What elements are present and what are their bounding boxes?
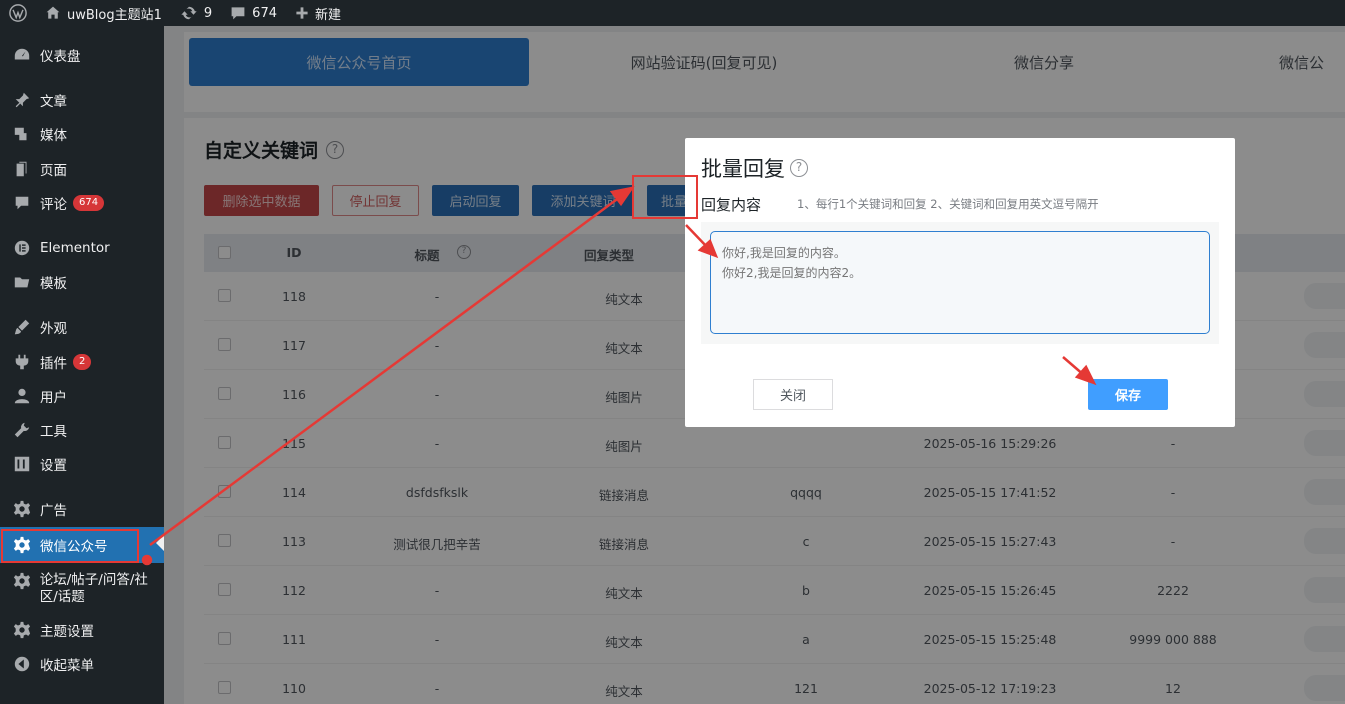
menu-comments[interactable]: 评论 674 xyxy=(0,188,164,218)
menu-label: 仪表盘 xyxy=(40,49,81,65)
elementor-icon xyxy=(12,238,32,258)
menu-templates[interactable]: 模板 xyxy=(0,267,164,297)
folder-icon xyxy=(12,272,32,292)
save-button[interactable]: 保存 xyxy=(1088,379,1168,410)
menu-settings[interactable]: 设置 xyxy=(0,449,164,479)
modal-title: 批量回复 ? xyxy=(701,153,808,183)
user-icon xyxy=(12,386,32,406)
menu-label: 文章 xyxy=(40,94,67,110)
menu-label: 媒体 xyxy=(40,128,67,144)
reply-content-textarea[interactable] xyxy=(710,231,1210,334)
comment-bubble-icon xyxy=(231,7,245,20)
annotation-box-menu xyxy=(1,529,139,563)
admin-bar: uwBlog主题站1 9 674 新建 xyxy=(0,0,1345,26)
modal-help-icon[interactable]: ? xyxy=(790,159,808,177)
site-name: uwBlog主题站1 xyxy=(67,7,162,23)
menu-label: 用户 xyxy=(40,390,67,406)
active-indicator xyxy=(156,535,164,551)
plugins-badge: 2 xyxy=(73,354,92,370)
menu-label: 广告 xyxy=(40,503,67,519)
menu-collapse[interactable]: 收起菜单 xyxy=(0,649,164,679)
menu-label: Elementor xyxy=(40,240,110,256)
media-icon xyxy=(12,124,32,144)
menu-forum[interactable]: 论坛/帖子/问答/社区/话题 xyxy=(0,568,164,612)
menu-label: 评论 xyxy=(40,197,67,213)
dashboard-icon xyxy=(12,45,32,65)
menu-users[interactable]: 用户 xyxy=(0,381,164,411)
menu-appearance[interactable]: 外观 xyxy=(0,312,164,342)
menu-media[interactable]: 媒体 xyxy=(0,119,164,149)
home-icon xyxy=(46,6,60,19)
menu-theme-settings[interactable]: 主题设置 xyxy=(0,615,164,645)
close-button[interactable]: 关闭 xyxy=(753,379,833,410)
page-icon xyxy=(12,159,32,179)
updates-link[interactable]: 9 xyxy=(171,0,221,26)
brush-icon xyxy=(12,317,32,337)
menu-label: 页面 xyxy=(40,163,67,179)
menu-plugins[interactable]: 插件 2 xyxy=(0,347,164,377)
reply-content-label: 回复内容 xyxy=(701,196,762,214)
wrench-icon xyxy=(12,420,32,440)
menu-label: 论坛/帖子/问答/社区/话题 xyxy=(39,572,148,605)
menu-pages[interactable]: 页面 xyxy=(0,154,164,184)
plus-icon xyxy=(296,7,308,19)
menu-elementor[interactable]: Elementor xyxy=(0,233,164,263)
gear-icon xyxy=(12,620,32,640)
comments-badge: 674 xyxy=(73,195,105,211)
menu-label: 模板 xyxy=(40,276,67,292)
menu-label: 工具 xyxy=(40,424,67,440)
settings-icon xyxy=(12,454,32,474)
menu-label: 插件 xyxy=(40,356,67,372)
admin-sidebar: 仪表盘 文章 媒体 页面 评论 674 Elementor 模板 外观 插件 2… xyxy=(0,26,164,704)
reply-field-wrap xyxy=(701,222,1219,344)
comments-link[interactable]: 674 xyxy=(221,0,286,26)
comment-icon xyxy=(12,193,32,213)
annotation-box-batch xyxy=(632,175,698,219)
batch-reply-modal: 批量回复 ? 回复内容 1、每行1个关键词和回复 2、关键词和回复用英文逗号隔开… xyxy=(685,138,1235,427)
menu-ads[interactable]: 广告 xyxy=(0,494,164,524)
reply-content-hint: 1、每行1个关键词和回复 2、关键词和回复用英文逗号隔开 xyxy=(797,197,1099,211)
wordpress-logo-button[interactable] xyxy=(0,0,36,26)
pin-icon xyxy=(12,90,32,110)
plugin-icon xyxy=(12,352,32,372)
site-name-link[interactable]: uwBlog主题站1 xyxy=(36,0,171,26)
menu-tools[interactable]: 工具 xyxy=(0,415,164,445)
new-content-link[interactable]: 新建 xyxy=(286,0,350,26)
comments-count: 674 xyxy=(252,5,277,21)
menu-dashboard[interactable]: 仪表盘 xyxy=(0,40,164,70)
new-label: 新建 xyxy=(315,7,342,23)
menu-label: 设置 xyxy=(40,458,67,474)
menu-label: 外观 xyxy=(40,321,67,337)
modal-title-text: 批量回复 xyxy=(701,157,785,181)
gear-icon xyxy=(12,571,32,591)
gear-icon xyxy=(12,499,32,519)
updates-count: 9 xyxy=(203,5,213,21)
menu-label: 收起菜单 xyxy=(40,658,94,674)
menu-posts[interactable]: 文章 xyxy=(0,85,164,115)
menu-label: 主题设置 xyxy=(40,624,94,640)
collapse-icon xyxy=(12,654,32,674)
refresh-icon xyxy=(181,6,197,20)
wordpress-icon xyxy=(9,4,27,22)
